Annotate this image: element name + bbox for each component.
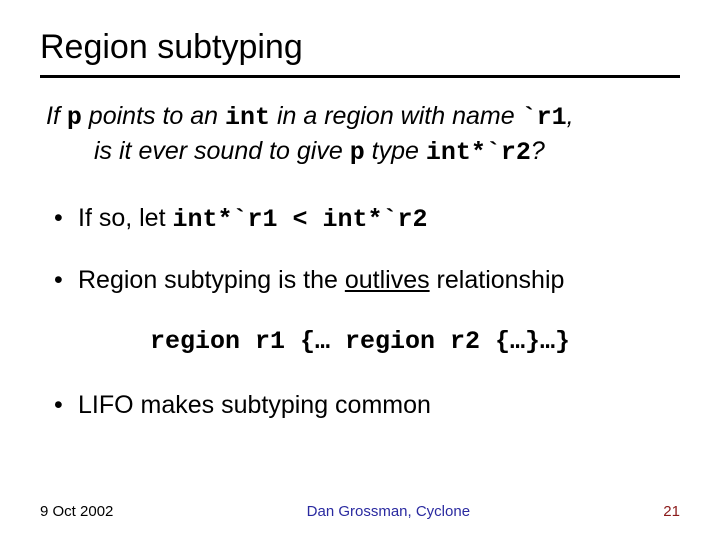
code-op: < (278, 205, 323, 234)
slide: Region subtyping If p points to an int i… (0, 0, 720, 540)
code-block: region r1 {… region r2 {…}…} (40, 327, 680, 356)
bullet-item: LIFO makes subtyping common (54, 390, 680, 421)
lead-code-p2: p (350, 138, 365, 167)
footer-page-number: 21 (663, 503, 680, 520)
title-rule (40, 75, 680, 78)
lead-text: points to an (82, 102, 225, 130)
lead-q: ? (531, 137, 545, 165)
footer: 9 Oct 2002 Dan Grossman, Cyclone 21 (40, 503, 680, 520)
lead-comma: , (567, 102, 574, 130)
bullet-underline: outlives (345, 266, 430, 294)
bullet-item: Region subtyping is the outlives relatio… (54, 265, 680, 296)
footer-author: Dan Grossman, Cyclone (307, 503, 470, 520)
bullet-text: LIFO makes subtyping common (78, 391, 431, 419)
lead-text: is it ever sound to give (94, 137, 350, 165)
lead-text: If (46, 102, 67, 130)
footer-date: 9 Oct 2002 (40, 503, 113, 520)
bullet-text: Region subtyping is the (78, 266, 345, 294)
bullet-item: If so, let int*`r1 < int*`r2 (54, 203, 680, 235)
bullet-list-2: LIFO makes subtyping common (40, 390, 680, 421)
lead-paragraph: If p points to an int in a region with n… (40, 100, 680, 169)
slide-title: Region subtyping (40, 28, 680, 67)
lead-text: type (365, 137, 426, 165)
lead-text: in a region with name (270, 102, 522, 130)
bullet-list: If so, let int*`r1 < int*`r2 Region subt… (40, 203, 680, 297)
bullet-text: If so, let (78, 204, 172, 232)
bullet-text: relationship (430, 266, 565, 294)
lead-code-type: int*`r2 (426, 138, 531, 167)
lead-code-int: int (225, 103, 270, 132)
code-lhs: int*`r1 (172, 205, 277, 234)
code-rhs: int*`r2 (323, 205, 428, 234)
lead-code-p: p (67, 103, 82, 132)
lead-code-r1: `r1 (522, 103, 567, 132)
